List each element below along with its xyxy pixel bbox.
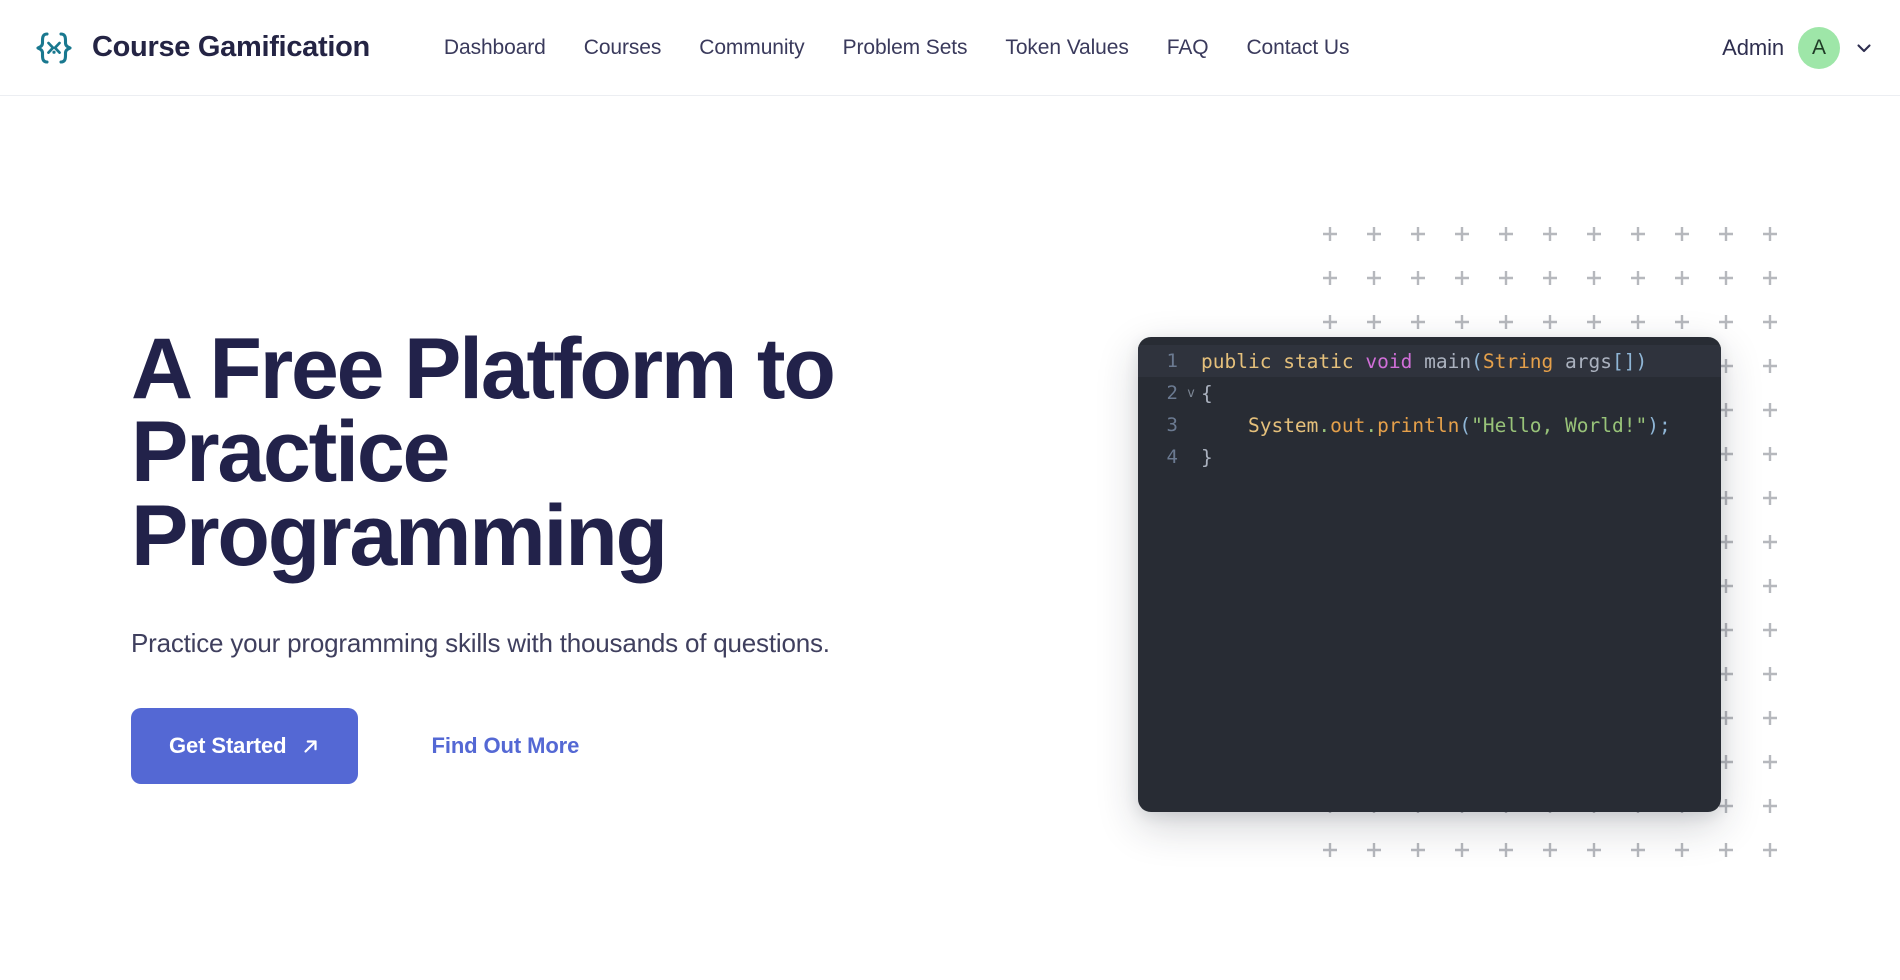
code-line-text: public static void main(String args[]) (1201, 350, 1721, 373)
brand-logo-link[interactable]: Course Gamification (30, 24, 370, 72)
code-line-number: 1 (1138, 350, 1181, 372)
avatar: A (1798, 27, 1840, 69)
code-line-number: 4 (1138, 446, 1181, 468)
hero-subtitle: Practice your programming skills with th… (131, 628, 1091, 659)
nav-item-problem-sets[interactable]: Problem Sets (824, 28, 987, 68)
find-out-more-link[interactable]: Find Out More (431, 733, 579, 759)
nav-item-courses[interactable]: Courses (565, 28, 681, 68)
hero-section: A Free Platform to Practice Programming … (0, 96, 1900, 980)
arrow-up-right-icon (301, 737, 320, 756)
hero-copy: A Free Platform to Practice Programming … (131, 96, 1091, 784)
chevron-down-icon[interactable] (1854, 38, 1874, 58)
code-line-text: System.out.println("Hello, World!"); (1201, 414, 1721, 437)
code-braces-logo-icon (30, 24, 78, 72)
code-line-number: 3 (1138, 414, 1181, 436)
code-line: 4} (1138, 441, 1721, 473)
brand-title: Course Gamification (92, 31, 370, 64)
nav-item-contact-us[interactable]: Contact Us (1227, 28, 1368, 68)
get-started-label: Get Started (169, 733, 286, 759)
user-name: Admin (1722, 35, 1784, 61)
hero-actions: Get Started Find Out More (131, 708, 1091, 784)
page-root: Course Gamification Dashboard Courses Co… (0, 0, 1900, 980)
code-line: 2v{ (1138, 377, 1721, 409)
nav-item-dashboard[interactable]: Dashboard (425, 28, 565, 68)
code-line: 1 public static void main(String args[]) (1138, 345, 1721, 377)
nav-item-faq[interactable]: FAQ (1148, 28, 1228, 68)
get-started-button[interactable]: Get Started (131, 708, 358, 784)
main-navigation: Dashboard Courses Community Problem Sets… (425, 28, 1368, 68)
code-line: 3 System.out.println("Hello, World!"); (1138, 409, 1721, 441)
code-line-text: { (1201, 382, 1721, 405)
user-menu[interactable]: Admin A (1722, 27, 1874, 69)
code-sample-card: 1 public static void main(String args[]) 2… (1138, 337, 1721, 812)
nav-item-token-values[interactable]: Token Values (986, 28, 1147, 68)
code-fold-chevron-down-icon[interactable]: v (1181, 387, 1201, 400)
code-line-text: } (1201, 446, 1721, 469)
site-header: Course Gamification Dashboard Courses Co… (0, 0, 1900, 96)
page-title: A Free Platform to Practice Programming (131, 328, 991, 578)
nav-item-community[interactable]: Community (680, 28, 823, 68)
code-line-number: 2 (1138, 382, 1181, 404)
